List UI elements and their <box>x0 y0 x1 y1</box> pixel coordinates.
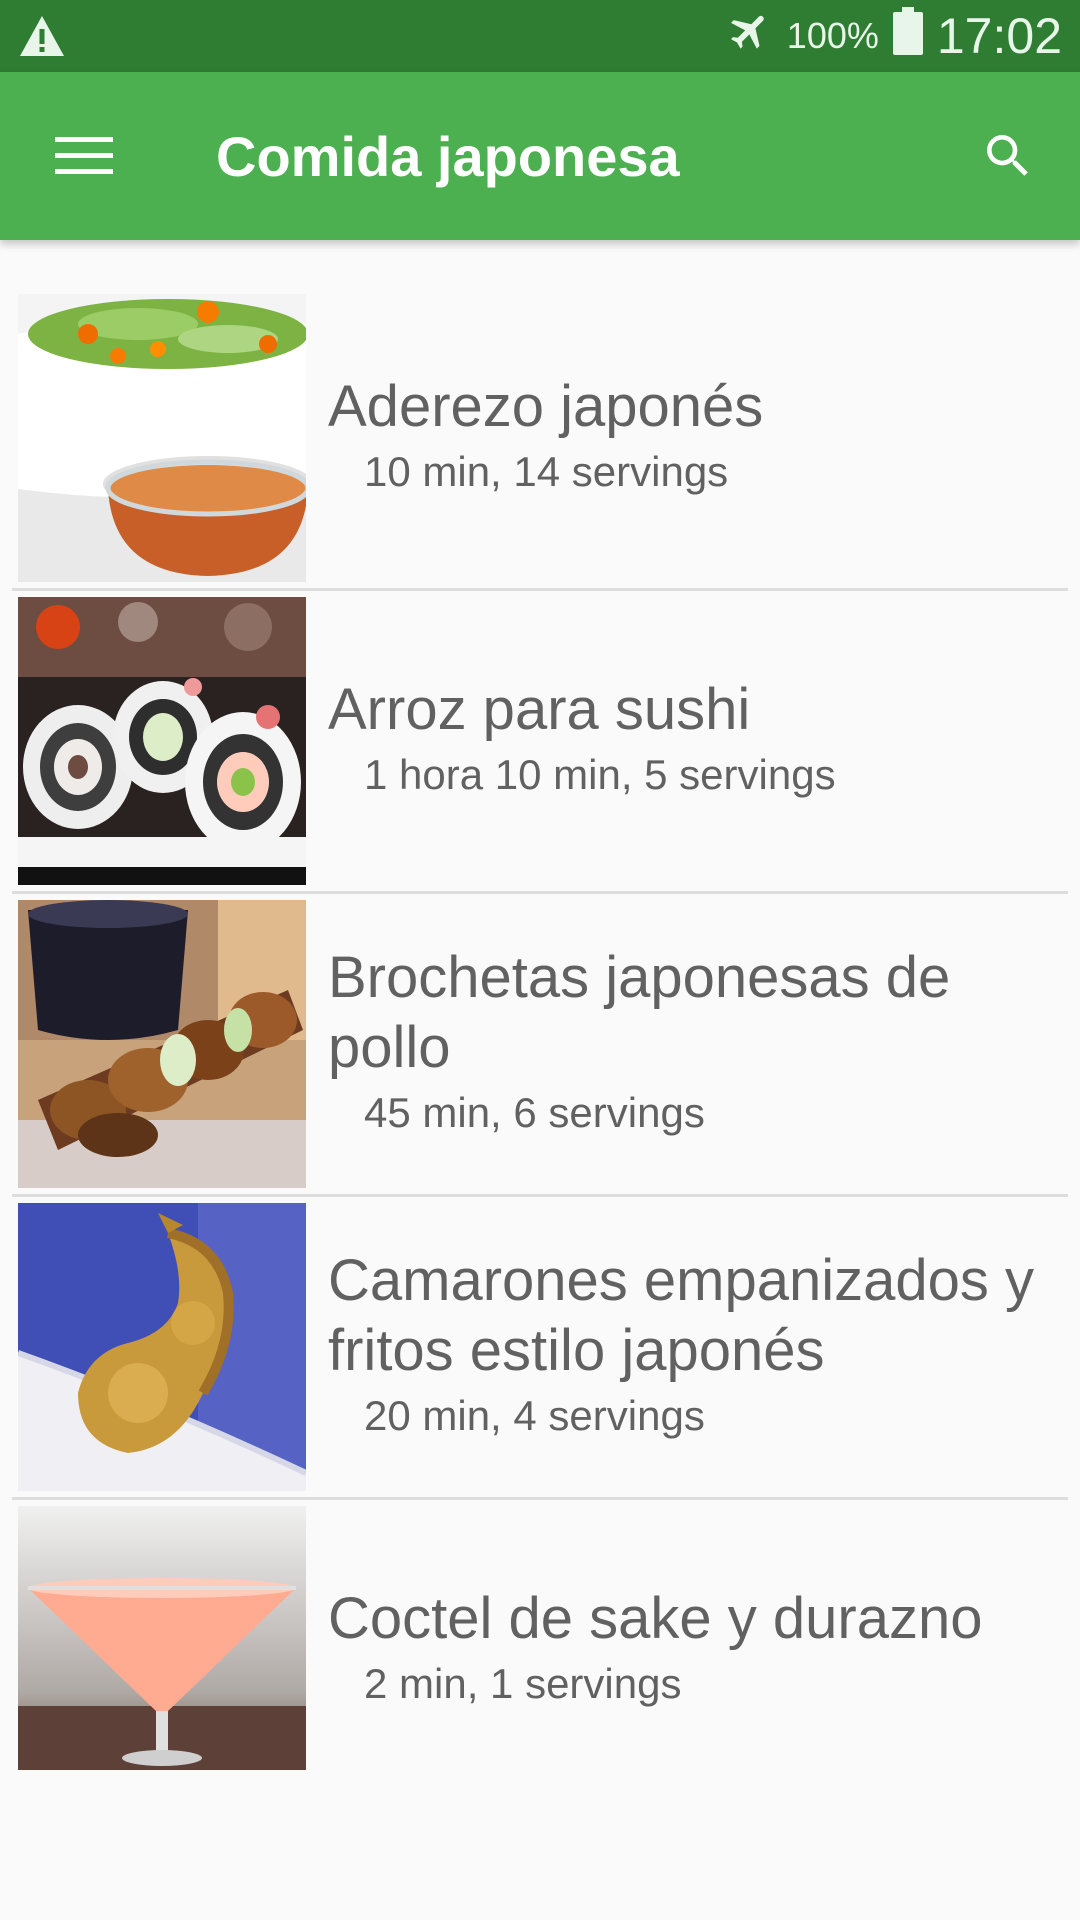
fried-shrimp-photo <box>18 1203 306 1491</box>
page-title: Comida japonesa <box>216 124 680 188</box>
app-bar: Comida japonesa <box>0 72 1080 240</box>
menu-button[interactable] <box>40 116 128 196</box>
status-bar: 100% 17:02 <box>0 0 1080 72</box>
list-item[interactable]: Coctel de sake y durazno 2 min, 1 servin… <box>0 1500 1080 1790</box>
hamburger-menu-icon <box>55 137 113 174</box>
recipe-title: Camarones empanizados y fritos estilo ja… <box>328 1248 1035 1383</box>
list-item[interactable]: Aderezo japonés 10 min, 14 servings <box>0 288 1080 591</box>
recipe-title: Coctel de sake y durazno <box>328 1586 983 1651</box>
recipe-title: Arroz para sushi <box>328 677 751 742</box>
list-item[interactable]: Camarones empanizados y fritos estilo ja… <box>0 1197 1080 1500</box>
battery-percent: 100% <box>786 15 879 56</box>
search-icon <box>987 135 1028 176</box>
recipe-title: Aderezo japonés <box>328 374 764 439</box>
recipe-meta: 1 hora 10 min, 5 servings <box>364 751 836 798</box>
warning-icon <box>18 14 66 58</box>
recipe-meta: 10 min, 14 servings <box>364 448 729 495</box>
recipe-meta: 20 min, 4 servings <box>364 1392 705 1439</box>
chicken-skewers-photo <box>18 900 306 1188</box>
recipe-meta: 45 min, 6 servings <box>364 1089 705 1136</box>
list-item[interactable]: Arroz para sushi 1 hora 10 min, 5 servin… <box>0 591 1080 894</box>
peach-cocktail-photo <box>18 1506 306 1770</box>
search-button[interactable] <box>966 116 1050 196</box>
battery-icon <box>892 7 923 65</box>
list-item[interactable]: Brochetas japonesas de pollo 45 min, 6 s… <box>0 894 1080 1197</box>
sushi-rolls-photo <box>18 597 306 885</box>
recipe-title: Brochetas japonesas de pollo <box>328 945 951 1080</box>
salad-dressing-photo <box>18 294 306 582</box>
clock: 17:02 <box>936 8 1062 64</box>
recipe-list: Aderezo japonés 10 min, 14 servings Arro… <box>0 288 1080 1790</box>
airplane-icon <box>727 8 773 64</box>
recipe-meta: 2 min, 1 servings <box>364 1660 682 1707</box>
